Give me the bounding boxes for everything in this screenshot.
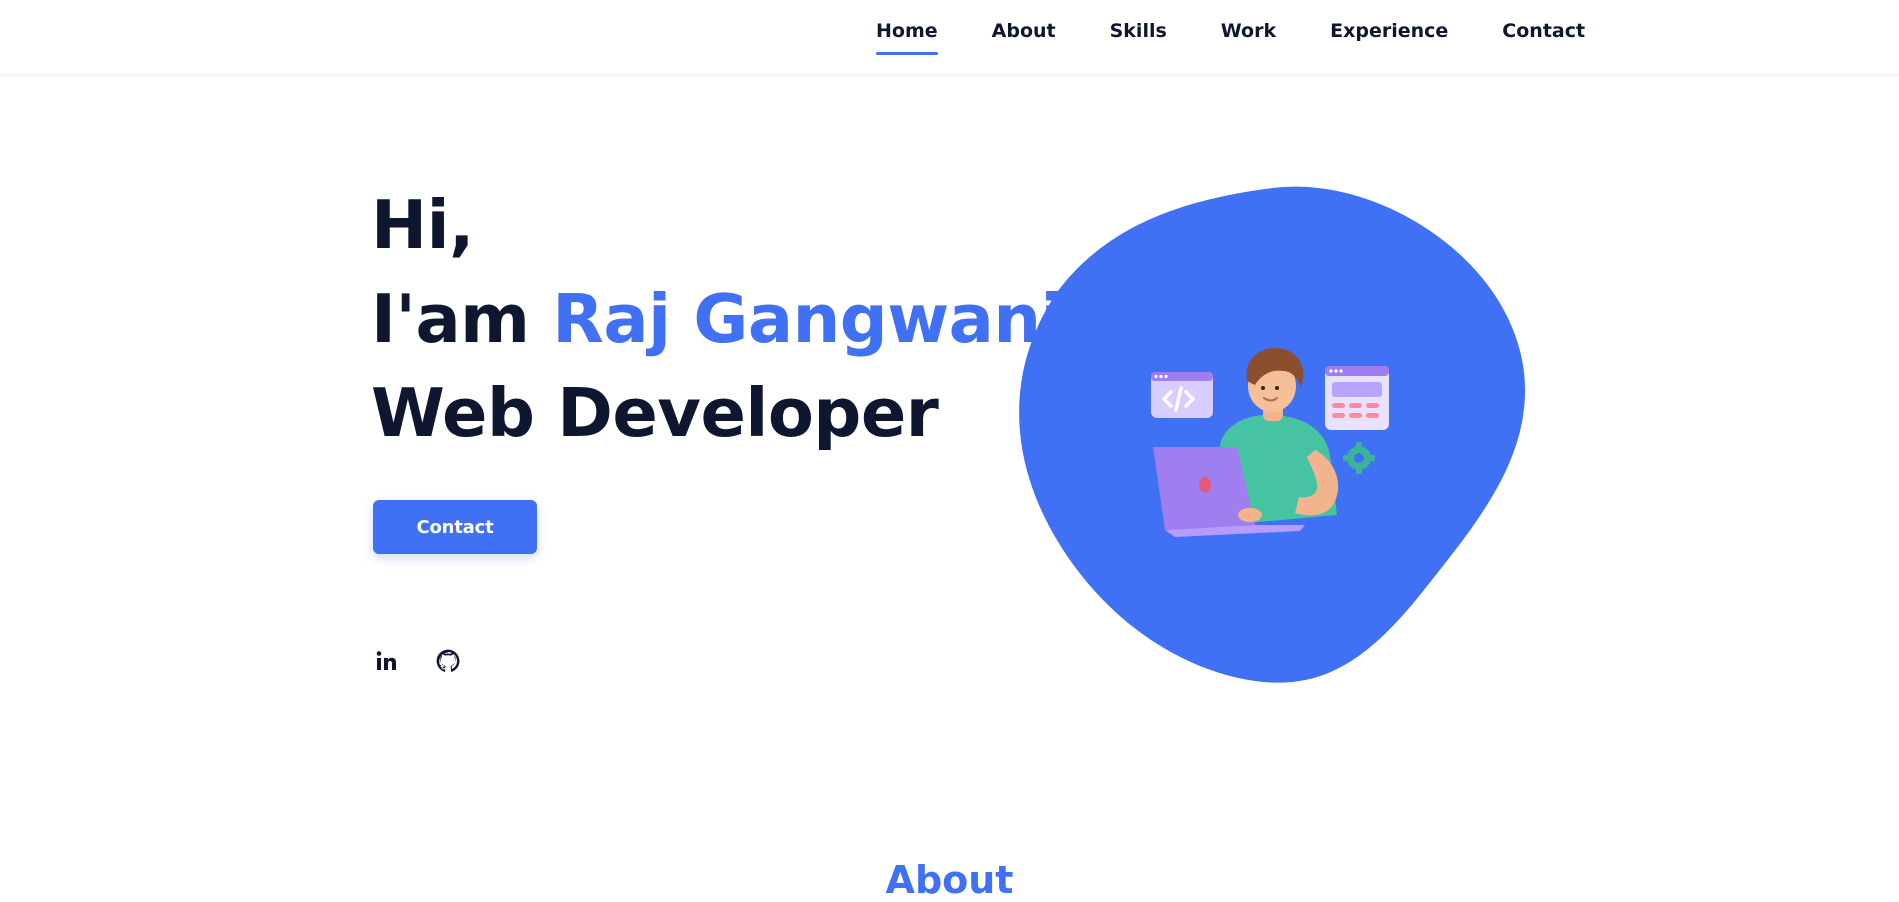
nav-experience-link[interactable]: Experience: [1330, 20, 1448, 42]
contact-button[interactable]: Contact: [373, 500, 537, 554]
ui-window-icon: [1325, 366, 1389, 430]
page: Home About Skills Work Experience Contac…: [0, 0, 1899, 902]
main-nav: Home About Skills Work Experience Contac…: [876, 20, 1585, 55]
hero-blob: [1019, 186, 1526, 683]
about-section-title: About: [885, 858, 1014, 902]
nav-about-link[interactable]: About: [992, 20, 1056, 42]
social-links: [373, 648, 461, 674]
code-window-icon: [1151, 372, 1213, 418]
hero-greeting: Hi,: [371, 186, 475, 264]
hero-role: Web Developer: [371, 374, 939, 452]
top-navbar: Home About Skills Work Experience Contac…: [0, 0, 1899, 75]
nav-contact-link[interactable]: Contact: [1502, 20, 1585, 42]
linkedin-icon[interactable]: [373, 648, 399, 674]
github-icon[interactable]: [435, 648, 461, 674]
hero-intro: I'am Raj Gangwani: [371, 272, 1064, 366]
hero-heading: Hi, I'am Raj Gangwani Web Developer: [371, 178, 1064, 460]
nav-home-link[interactable]: Home: [876, 20, 938, 55]
nav-skills-link[interactable]: Skills: [1110, 20, 1167, 42]
hero-illustration: [1015, 185, 1526, 685]
nav-work-link[interactable]: Work: [1221, 20, 1276, 42]
hero-name: Raj Gangwani: [552, 280, 1064, 358]
hero-intro-prefix: I'am: [371, 280, 553, 358]
